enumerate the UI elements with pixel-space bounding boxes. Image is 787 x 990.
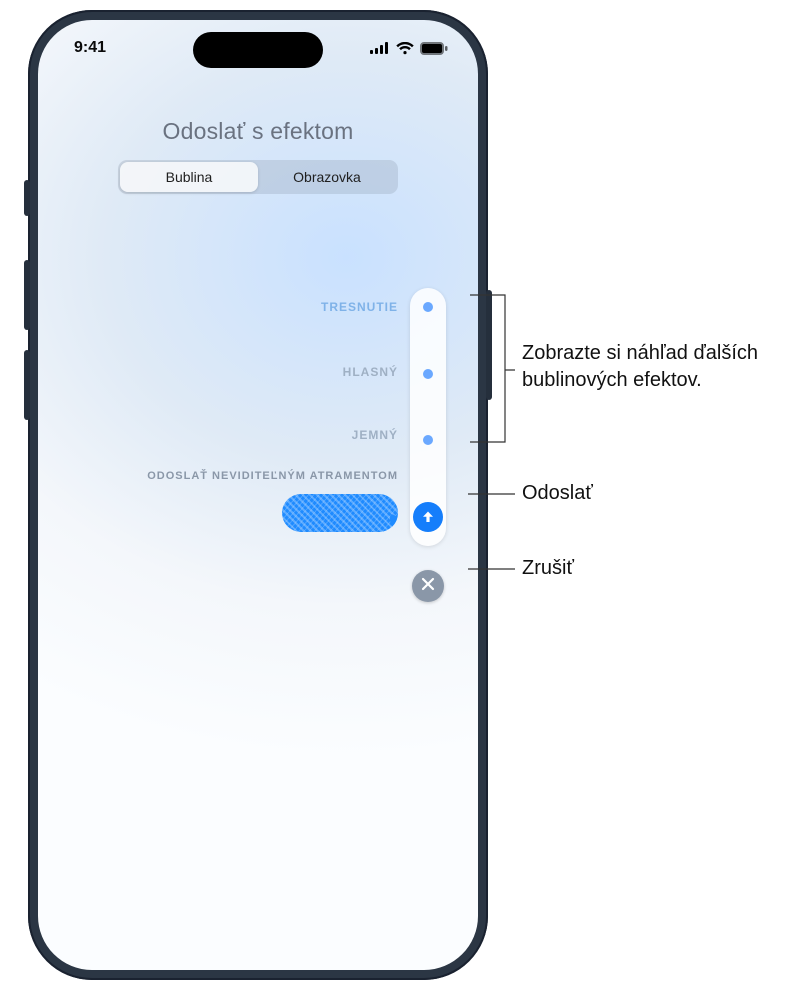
dynamic-island (193, 32, 323, 68)
battery-icon (420, 42, 448, 55)
callout-preview-effects: Zobrazte si náhľad ďalších bublinových e… (522, 340, 772, 394)
wifi-icon (396, 42, 414, 55)
cellular-signal-icon (370, 42, 390, 54)
status-time: 9:41 (74, 39, 106, 57)
callout-send: Odoslať (522, 480, 593, 507)
callout-cancel: Zrušiť (522, 555, 574, 582)
